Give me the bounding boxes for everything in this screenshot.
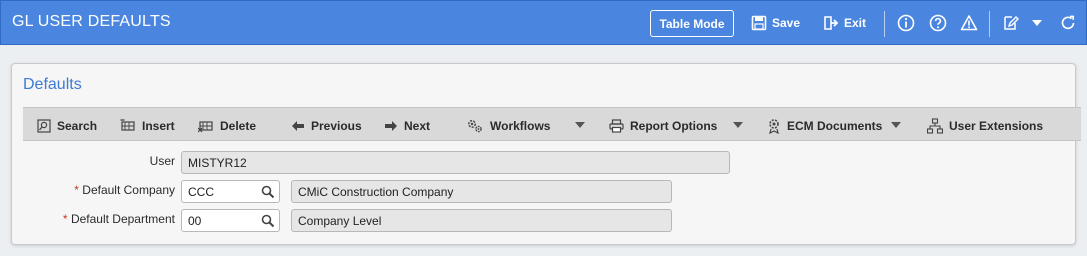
gears-icon — [468, 120, 482, 133]
delete-icon — [198, 121, 213, 133]
help-icon[interactable] — [928, 13, 948, 33]
defaults-panel: Defaults Search Insert Delete Previous N… — [11, 63, 1081, 245]
previous-label: Previous — [311, 119, 362, 133]
delete-label: Delete — [220, 119, 257, 133]
report-options-button[interactable]: Report Options — [609, 117, 717, 135]
search-icon[interactable] — [261, 214, 275, 228]
report-options-dropdown-caret[interactable] — [733, 122, 743, 128]
hierarchy-icon — [927, 118, 943, 134]
save-label: Save — [772, 16, 801, 30]
printer-icon — [609, 119, 624, 133]
edit-icon[interactable] — [1001, 13, 1021, 33]
default-department-name: Company Level — [291, 209, 672, 232]
ecm-documents-label: ECM Documents — [787, 119, 883, 133]
action-toolbar: Search Insert Delete Previous Next Workf… — [23, 107, 1081, 141]
default-company-label-text: Default Company — [82, 183, 175, 197]
search-button[interactable]: Search — [37, 117, 97, 135]
next-label: Next — [404, 119, 431, 133]
user-field: MISTYR12 — [181, 151, 730, 174]
default-department-label-text: Default Department — [70, 212, 175, 226]
arrow-left-icon — [292, 121, 304, 131]
required-marker: * — [62, 212, 68, 226]
user-extensions-button[interactable]: User Extensions — [927, 117, 1043, 135]
app-header: GL USER DEFAULTS Table Mode Save Exit — [0, 0, 1087, 45]
user-label-text: User — [149, 154, 175, 168]
default-company-label: * Default Company — [12, 183, 175, 197]
ecm-gear-icon — [769, 119, 779, 134]
next-button[interactable]: Next — [384, 117, 430, 135]
ecm-documents-dropdown-caret[interactable] — [891, 122, 901, 128]
default-company-name: CMiC Construction Company — [291, 180, 672, 203]
app-title: GL USER DEFAULTS — [12, 13, 171, 30]
header-divider — [884, 11, 885, 37]
default-department-label: * Default Department — [12, 212, 175, 226]
default-company-value: CCC — [188, 185, 214, 199]
workflows-label: Workflows — [490, 119, 551, 133]
user-extensions-label: User Extensions — [949, 119, 1044, 133]
refresh-icon[interactable] — [1058, 13, 1078, 33]
info-icon[interactable] — [896, 13, 916, 33]
exit-button[interactable]: Exit — [823, 13, 866, 33]
header-divider — [989, 11, 990, 37]
exit-label: Exit — [844, 16, 867, 30]
default-department-value: 00 — [188, 214, 202, 228]
workflows-dropdown-caret[interactable] — [575, 122, 585, 128]
required-marker: * — [74, 183, 79, 197]
chevron-down-icon[interactable] — [1027, 13, 1047, 33]
exit-icon — [824, 16, 839, 30]
table-mode-button[interactable]: Table Mode — [650, 10, 734, 37]
insert-button[interactable]: Insert — [120, 117, 175, 135]
section-title: Defaults — [23, 76, 82, 93]
search-label: Search — [57, 119, 98, 133]
search-icon — [37, 119, 51, 133]
arrow-right-icon — [385, 121, 397, 131]
warning-icon[interactable] — [959, 13, 979, 33]
ecm-documents-button[interactable]: ECM Documents — [767, 117, 882, 135]
default-department-input[interactable]: 00 — [181, 209, 280, 232]
default-company-input[interactable]: CCC — [181, 180, 280, 203]
report-options-label: Report Options — [630, 119, 718, 133]
user-label: User — [12, 154, 175, 168]
insert-label: Insert — [142, 119, 175, 133]
search-icon[interactable] — [261, 185, 275, 199]
save-icon — [751, 15, 767, 31]
delete-button[interactable]: Delete — [198, 117, 256, 135]
workflows-button[interactable]: Workflows — [466, 117, 550, 135]
previous-button[interactable]: Previous — [291, 117, 362, 135]
insert-icon — [120, 119, 135, 131]
save-button[interactable]: Save — [751, 13, 800, 33]
